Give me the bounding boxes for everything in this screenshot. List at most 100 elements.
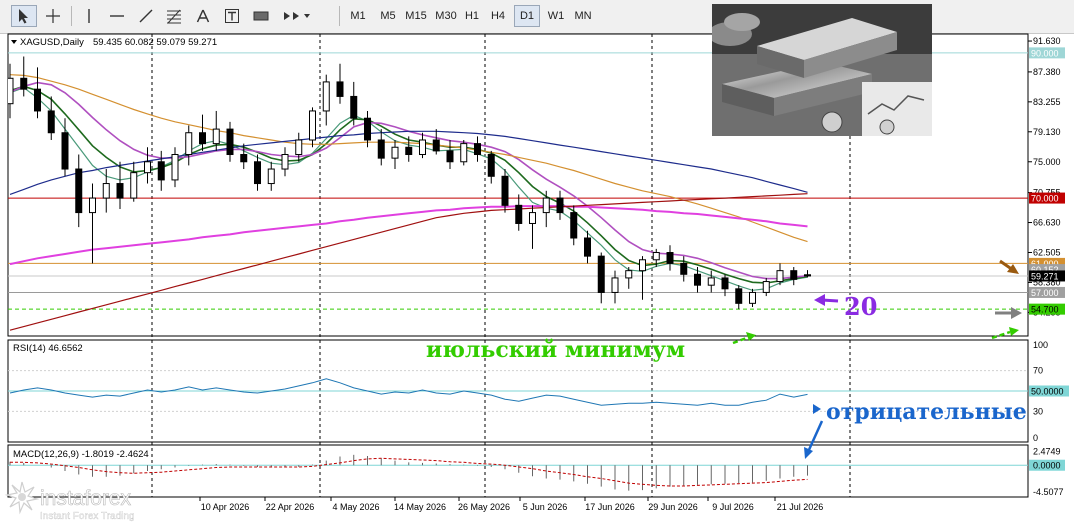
candle-body xyxy=(295,139,303,156)
candle-body xyxy=(254,161,261,185)
silver-bars-photo xyxy=(712,4,932,136)
candle-body xyxy=(240,154,248,163)
candle-body xyxy=(309,110,316,141)
candle-body xyxy=(157,161,165,181)
symbol-title: XAGUSD,Daily xyxy=(20,37,84,48)
x-tick-label: 14 May 2026 xyxy=(394,502,446,512)
july-low-annotation: июльский минимум xyxy=(426,337,685,363)
candle-body xyxy=(419,139,426,156)
candle-body xyxy=(199,132,206,145)
candle-body xyxy=(34,88,41,112)
time-axis: 10 Apr 2026 22 Apr 2026 4 May 2026 14 May 2… xyxy=(199,497,824,512)
candle-body xyxy=(474,143,481,156)
candle-body xyxy=(680,262,688,275)
candle-body xyxy=(776,270,784,283)
y-tick-label: 83.255 xyxy=(1033,97,1061,107)
candle-body xyxy=(281,154,289,170)
candle-body xyxy=(75,168,83,214)
candle-body xyxy=(364,117,371,141)
candle-body xyxy=(515,204,523,224)
x-tick-label: 29 Jun 2026 xyxy=(648,502,698,512)
candle-body xyxy=(487,154,495,177)
candle-body xyxy=(446,150,454,163)
macd-tick-label: 2.4749 xyxy=(1033,446,1061,456)
candle-body xyxy=(584,237,591,257)
macd-tick-label: -4.5077 xyxy=(1033,487,1064,497)
candle-body xyxy=(226,128,234,156)
ma20-annotation: 20 xyxy=(844,292,877,321)
candle-body xyxy=(185,132,193,156)
candle-body xyxy=(391,146,399,159)
macd-panel-frame xyxy=(7,444,1029,498)
candle-body xyxy=(377,139,385,159)
x-tick-label: 22 Apr 2026 xyxy=(266,502,315,512)
candle-body xyxy=(432,139,440,152)
candle-body xyxy=(694,273,701,286)
candle-body xyxy=(804,274,811,277)
price-label: 59.271 xyxy=(1029,270,1065,282)
price-label-text: 57.000 xyxy=(1031,288,1059,298)
price-label: 54.700 xyxy=(1029,303,1065,315)
candle-body xyxy=(116,183,124,199)
x-tick-label: 17 Jun 2026 xyxy=(585,502,635,512)
macd-tick-label: 0.0000 xyxy=(1033,461,1061,471)
candle-body xyxy=(460,143,468,163)
candle-body xyxy=(542,197,550,214)
candle-body xyxy=(556,197,564,214)
candle-body xyxy=(790,270,798,280)
candle-body xyxy=(707,277,715,286)
candle-body xyxy=(405,146,413,156)
rsi-tick-label: 70 xyxy=(1033,366,1043,376)
candle-body xyxy=(652,252,660,261)
y-tick-label: 66.630 xyxy=(1033,218,1061,228)
price-labels: 90.00070.00061.00060.15259.27157.00054.7… xyxy=(1029,47,1065,315)
candle-body xyxy=(597,255,605,293)
candle-body xyxy=(501,175,509,206)
candle-body xyxy=(130,172,138,199)
rsi-tick-label: 30 xyxy=(1033,406,1043,416)
logo-brand: instaforex xyxy=(40,487,132,510)
candle-body xyxy=(322,81,330,112)
y-tick-label: 62.505 xyxy=(1033,247,1061,257)
x-tick-label: 26 May 2026 xyxy=(458,502,510,512)
candle-body xyxy=(570,212,578,239)
candle-body xyxy=(529,212,536,224)
x-tick-label: 4 May 2026 xyxy=(332,502,379,512)
candle-body xyxy=(267,168,275,185)
y-tick-label: 75.000 xyxy=(1033,157,1061,167)
negative-annotation: отрицательные xyxy=(826,399,1027,425)
price-label: 90.000 xyxy=(1029,47,1065,59)
candle-body xyxy=(721,277,729,290)
price-label: 57.000 xyxy=(1029,286,1065,298)
candle-body xyxy=(749,291,756,304)
price-label: 70.000 xyxy=(1029,192,1065,204)
x-tick-label: 21 Jul 2026 xyxy=(777,502,824,512)
candle-body xyxy=(350,95,358,119)
candle-body xyxy=(336,81,344,97)
rsi-level-label: 50.0000 xyxy=(1031,387,1064,397)
candle-body xyxy=(61,132,69,170)
y-tick-label: 87.380 xyxy=(1033,67,1061,77)
price-label-text: 54.700 xyxy=(1031,305,1059,315)
candle-body xyxy=(144,161,151,174)
macd-title: MACD(12,26,9) -1.8019 -2.4624 xyxy=(13,449,149,460)
candle-body xyxy=(102,183,110,199)
candle xyxy=(460,139,468,166)
rsi-tick-label: 100 xyxy=(1033,340,1048,350)
rsi-title: RSI(14) 46.6562 xyxy=(13,343,83,354)
candle-body xyxy=(625,270,633,279)
logo-tagline: Instant Forex Trading xyxy=(40,511,135,522)
price-label-text: 90.000 xyxy=(1031,48,1059,58)
candle-body xyxy=(47,110,55,134)
candle-body xyxy=(611,277,619,293)
candle-body xyxy=(20,77,28,90)
price-label-text: 59.271 xyxy=(1031,271,1059,281)
x-tick-label: 5 Jun 2026 xyxy=(523,502,568,512)
price-label-text: 70.000 xyxy=(1031,194,1059,204)
candle-body xyxy=(735,288,743,304)
x-tick-label: 9 Jul 2026 xyxy=(712,502,754,512)
y-tick-label: 91.630 xyxy=(1033,36,1061,46)
y-tick-label: 79.130 xyxy=(1033,127,1061,137)
candle-body xyxy=(89,197,96,214)
x-tick-label: 10 Apr 2026 xyxy=(201,502,250,512)
